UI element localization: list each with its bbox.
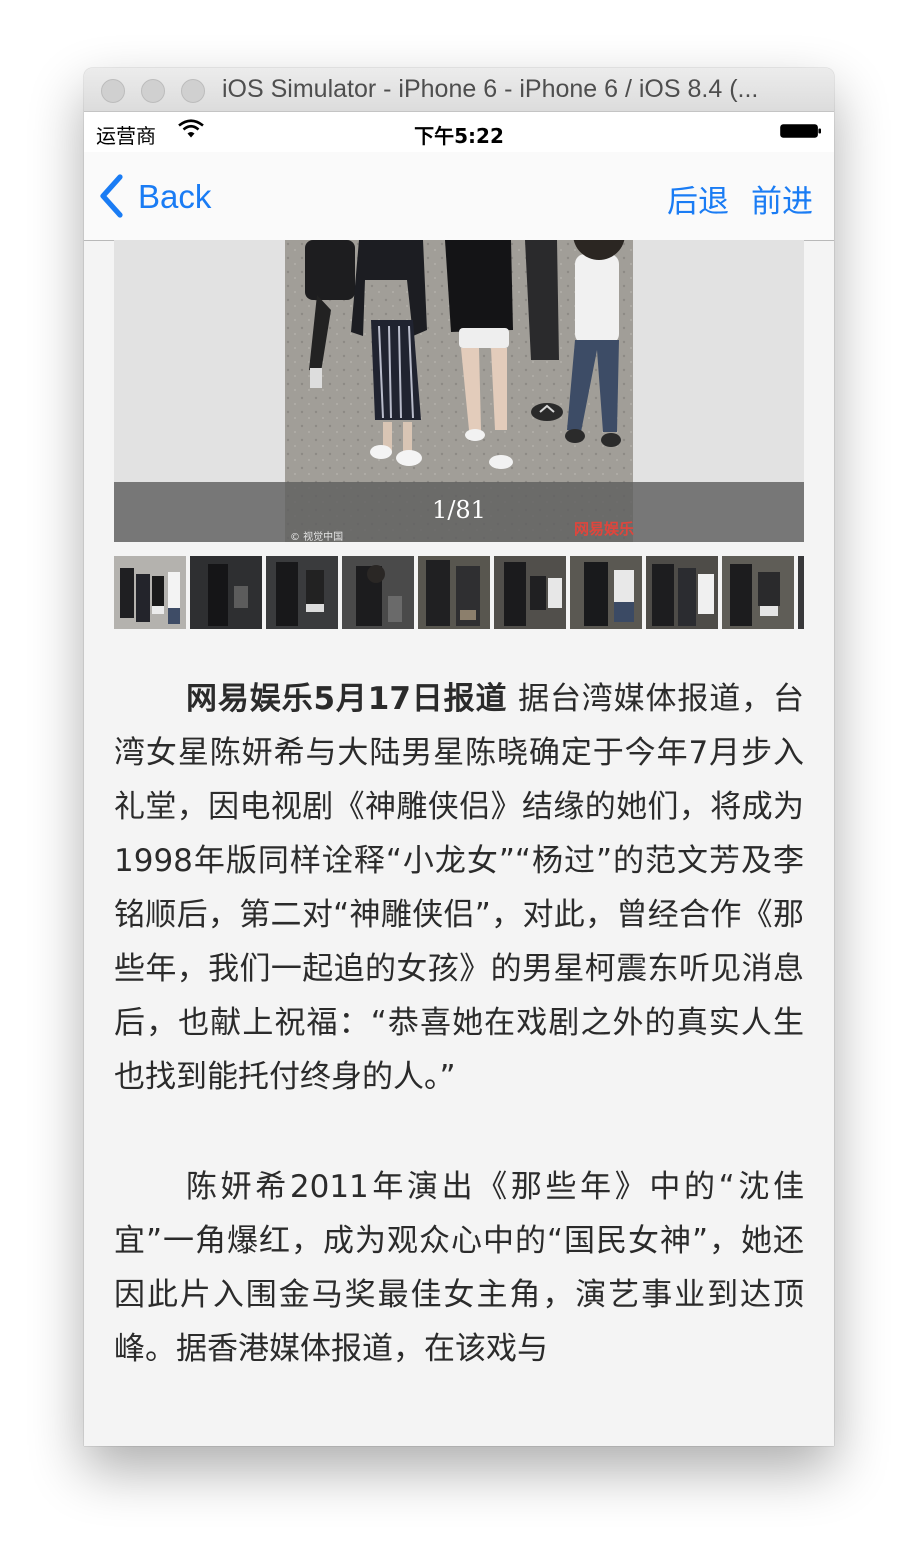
article-paragraph: 网易娱乐5月17日报道 据台湾媒体报道，台湾女星陈妍希与大陆男星陈晓确定于今年7… (114, 672, 804, 1104)
thumbnail[interactable] (342, 556, 414, 629)
article-paragraph-text: 据台湾媒体报道，台湾女星陈妍希与大陆男星陈晓确定于今年7月步入礼堂，因电视剧《神… (114, 681, 804, 1095)
ios-status-bar: 运营商 下午5:22 (84, 112, 834, 152)
thumbnail[interactable] (190, 556, 262, 629)
thumbnail[interactable] (570, 556, 642, 629)
article-body: 网易娱乐5月17日报道 据台湾媒体报道，台湾女星陈妍希与大陆男星陈晓确定于今年7… (114, 672, 804, 1432)
thumbnail[interactable] (646, 556, 718, 629)
navigation-bar: Back 后退 前进 (84, 152, 834, 241)
thumbnail[interactable] (114, 556, 186, 629)
photo-credit: © 视觉中国 (290, 532, 344, 542)
simulator-window: iOS Simulator - iPhone 6 - iPhone 6 / iO… (84, 68, 834, 1446)
thumbnail[interactable] (266, 556, 338, 629)
chevron-left-icon (100, 174, 123, 218)
battery-icon (780, 124, 821, 138)
photo-watermark: 网易娱乐 (574, 520, 635, 538)
zoom-window-button[interactable] (181, 79, 205, 103)
history-forward-button[interactable]: 前进 (751, 176, 813, 221)
thumbnail[interactable] (798, 556, 804, 629)
history-back-button[interactable]: 后退 (667, 176, 729, 221)
status-time: 下午5:22 (414, 124, 504, 148)
article-paragraph: 陈妍希2011年演出《那些年》中的“沈佳宜”一角爆红，成为观众心中的“国民女神”… (114, 1169, 804, 1367)
article-lead: 网易娱乐5月17日报道 (186, 681, 508, 717)
back-label: Back (138, 178, 212, 215)
window-titlebar: iOS Simulator - iPhone 6 - iPhone 6 / iO… (84, 68, 834, 112)
photo-counter: 1/81 (432, 496, 486, 524)
thumbnail[interactable] (418, 556, 490, 629)
minimize-window-button[interactable] (141, 79, 165, 103)
window-title: iOS Simulator - iPhone 6 - iPhone 6 / iO… (222, 75, 759, 103)
thumbnail-strip[interactable] (114, 556, 804, 629)
close-window-button[interactable] (101, 79, 125, 103)
thumbnail[interactable] (494, 556, 566, 629)
photo-gallery[interactable]: 1/81 © 视觉中国 网易娱乐 (114, 240, 804, 542)
thumbnail[interactable] (722, 556, 794, 629)
